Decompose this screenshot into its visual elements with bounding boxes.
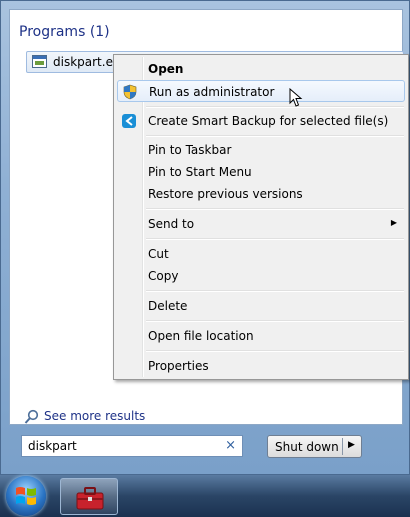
shutdown-options-arrow-icon[interactable]: ▶ <box>348 440 355 450</box>
mouse-cursor-icon <box>289 88 303 107</box>
menu-item-label: Restore previous versions <box>148 187 303 201</box>
menu-item-delete[interactable]: Delete <box>117 295 405 317</box>
menu-item-label: Run as administrator <box>149 85 275 99</box>
menu-item-label: Open file location <box>148 329 254 343</box>
menu-item-label: Pin to Taskbar <box>148 143 232 157</box>
magnifier-icon <box>24 409 40 425</box>
menu-item-cut[interactable]: Cut <box>117 243 405 265</box>
menu-separator <box>146 106 404 108</box>
menu-item-open-file-location[interactable]: Open file location <box>117 325 405 347</box>
taskbar-toolbox-button[interactable] <box>60 478 118 515</box>
uac-shield-icon <box>122 84 138 100</box>
menu-item-label: Create Smart Backup for selected file(s) <box>148 114 389 128</box>
see-more-results-label: See more results <box>44 409 146 423</box>
smart-backup-icon <box>121 113 137 129</box>
windows-logo-icon <box>16 487 36 505</box>
shutdown-divider <box>342 438 343 455</box>
menu-item-label: Cut <box>148 247 169 261</box>
executable-icon <box>32 55 47 68</box>
menu-item-pin-to-start-menu[interactable]: Pin to Start Menu <box>117 161 405 183</box>
search-input[interactable] <box>28 438 218 454</box>
taskbar <box>0 475 410 517</box>
menu-item-create-smart-backup[interactable]: Create Smart Backup for selected file(s) <box>117 110 405 132</box>
menu-item-label: Delete <box>148 299 188 313</box>
menu-item-label: Open <box>148 62 184 76</box>
menu-separator <box>146 238 404 240</box>
menu-item-label: Send to <box>148 217 195 231</box>
submenu-arrow-icon: ▶ <box>390 218 397 227</box>
menu-item-label: Pin to Start Menu <box>148 165 252 179</box>
menu-separator <box>146 290 404 292</box>
menu-separator <box>146 320 404 322</box>
context-menu: Open Run as administrator Create Smart B… <box>113 54 409 380</box>
menu-separator <box>146 135 404 137</box>
clear-search-icon[interactable]: × <box>225 438 236 453</box>
menu-item-label: Properties <box>148 359 209 373</box>
menu-item-open[interactable]: Open <box>117 58 405 80</box>
shutdown-button[interactable]: Shut down ▶ <box>267 435 362 458</box>
menu-item-run-as-administrator[interactable]: Run as administrator <box>117 80 405 102</box>
menu-item-send-to[interactable]: Send to ▶ <box>117 213 405 235</box>
menu-item-restore-previous-versions[interactable]: Restore previous versions <box>117 183 405 205</box>
menu-item-pin-to-taskbar[interactable]: Pin to Taskbar <box>117 139 405 161</box>
menu-separator <box>146 350 404 352</box>
shutdown-label: Shut down <box>275 440 339 454</box>
start-button[interactable] <box>6 476 46 516</box>
menu-item-copy[interactable]: Copy <box>117 265 405 287</box>
toolbox-icon <box>76 487 104 510</box>
start-search-box[interactable]: × <box>21 435 243 457</box>
menu-separator <box>146 208 404 210</box>
menu-item-label: Copy <box>148 269 179 283</box>
programs-section-title: Programs (1) <box>19 24 110 40</box>
menu-item-properties[interactable]: Properties <box>117 355 405 377</box>
